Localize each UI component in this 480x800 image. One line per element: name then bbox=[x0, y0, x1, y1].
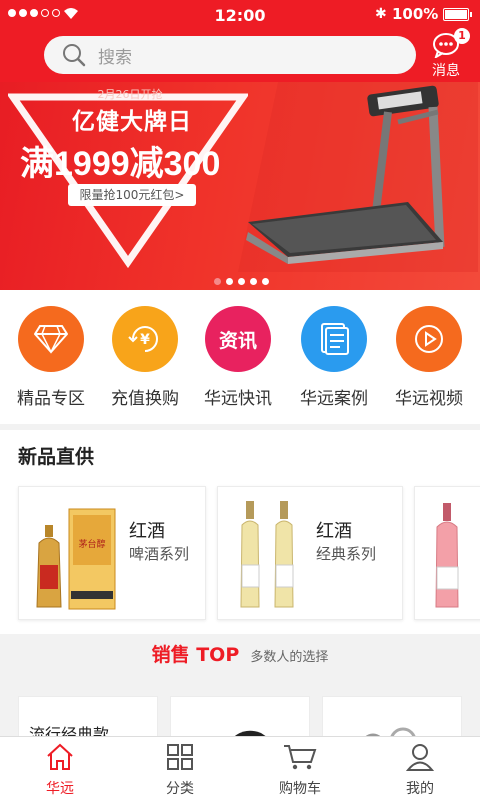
pagination-dot[interactable] bbox=[214, 278, 221, 285]
play-icon bbox=[415, 325, 443, 353]
category-circle bbox=[18, 306, 84, 372]
category-label: 充值换购 bbox=[111, 389, 179, 409]
diamond-icon bbox=[34, 325, 68, 354]
messages-button[interactable]: 1 消息 bbox=[426, 28, 470, 80]
product-title: 红酒 bbox=[316, 521, 352, 542]
search-icon bbox=[63, 44, 86, 67]
yen-exchange-icon: ¥ bbox=[128, 326, 158, 352]
category-circle bbox=[301, 306, 367, 372]
messages-label: 消息 bbox=[432, 63, 460, 79]
tab-label: 我的 bbox=[406, 781, 434, 797]
category-label: 华远视频 bbox=[395, 389, 463, 409]
category-grid: 精品专区 ¥ 充值换购 资讯 华远快讯 华远案例 华远视频 bbox=[0, 290, 480, 424]
cart-icon bbox=[284, 745, 317, 770]
new-products-section: 新品直供 茅台醇 红酒 啤酒系列 红酒 经典系列 bbox=[0, 430, 480, 634]
product-title: 红酒 bbox=[129, 521, 165, 542]
search-input[interactable]: 搜索 bbox=[44, 36, 416, 74]
pagination-dot[interactable] bbox=[238, 278, 245, 285]
category-cases[interactable]: 华远案例 bbox=[286, 306, 382, 409]
tab-cart[interactable]: 购物车 bbox=[240, 743, 360, 798]
baijiu-product-image: 茅台醇 bbox=[36, 508, 116, 610]
category-label: 精品专区 bbox=[17, 389, 85, 409]
news-icon: 资讯 bbox=[218, 329, 257, 352]
tab-label: 分类 bbox=[166, 781, 194, 797]
battery-icon bbox=[443, 8, 472, 21]
tab-label: 华远 bbox=[46, 781, 74, 797]
tab-category[interactable]: 分类 bbox=[120, 743, 240, 798]
product-subtitle: 啤酒系列 bbox=[129, 545, 190, 563]
pagination-dot[interactable] bbox=[250, 278, 257, 285]
sales-top-title: 销售 TOP bbox=[151, 644, 240, 666]
category-circle: ¥ bbox=[112, 306, 178, 372]
category-video[interactable]: 华远视频 bbox=[381, 306, 477, 409]
section-title: 新品直供 bbox=[18, 446, 95, 468]
header: 12:00 ✱ 100% 搜索 1 消息 bbox=[0, 0, 480, 82]
category-label: 华远快讯 bbox=[204, 389, 272, 409]
tab-label: 购物车 bbox=[279, 781, 321, 797]
product-subtitle: 经典系列 bbox=[316, 545, 377, 563]
svg-text:茅台醇: 茅台醇 bbox=[78, 538, 105, 550]
banner-title: 亿健大牌日 bbox=[72, 109, 192, 135]
pagination-dot[interactable] bbox=[226, 278, 233, 285]
promo-banner[interactable]: 2月26日开抢 亿健大牌日 满1999减300 限量抢100元红包> bbox=[0, 82, 480, 290]
battery-percent: 100% bbox=[392, 5, 439, 23]
banner-pagination[interactable] bbox=[214, 278, 269, 285]
chat-bubble-icon: 1 bbox=[432, 28, 470, 60]
user-icon bbox=[405, 744, 435, 771]
grid-icon bbox=[167, 744, 193, 770]
white-wine-image bbox=[240, 501, 294, 608]
product-card[interactable] bbox=[414, 486, 480, 620]
banner-promo: 满1999减300 bbox=[20, 145, 221, 183]
message-count-badge: 1 bbox=[454, 28, 470, 44]
treadmill-image bbox=[238, 82, 478, 272]
category-news[interactable]: 资讯 华远快讯 bbox=[190, 306, 286, 409]
sales-top-list: 流行经典款 bbox=[0, 690, 480, 756]
bottom-tab-bar: 华远 分类 购物车 我的 bbox=[0, 736, 480, 800]
category-circle: 资讯 bbox=[205, 306, 271, 372]
category-label: 华远案例 bbox=[300, 389, 368, 409]
status-bar: 12:00 ✱ 100% bbox=[0, 0, 480, 30]
product-card[interactable]: 红酒 经典系列 bbox=[217, 486, 403, 620]
category-boutique[interactable]: 精品专区 bbox=[3, 306, 99, 409]
search-placeholder: 搜索 bbox=[98, 47, 132, 68]
category-recharge[interactable]: ¥ 充值换购 bbox=[97, 306, 193, 409]
tab-home[interactable]: 华远 bbox=[0, 743, 120, 798]
svg-text:¥: ¥ bbox=[140, 332, 150, 348]
tab-profile[interactable]: 我的 bbox=[360, 743, 480, 798]
product-card[interactable]: 茅台醇 红酒 啤酒系列 bbox=[18, 486, 206, 620]
home-icon bbox=[47, 743, 73, 770]
sales-top-header: 销售 TOP 多数人的选择 bbox=[0, 640, 480, 667]
banner-coupon[interactable]: 限量抢100元红包> bbox=[68, 184, 196, 206]
category-circle bbox=[396, 306, 462, 372]
banner-date: 2月26日开抢 bbox=[97, 88, 163, 101]
rose-wine-image bbox=[435, 503, 459, 608]
bluetooth-icon: ✱ bbox=[375, 6, 387, 22]
document-icon bbox=[321, 323, 349, 355]
pagination-dot[interactable] bbox=[262, 278, 269, 285]
sales-top-subtitle: 多数人的选择 bbox=[250, 650, 329, 665]
